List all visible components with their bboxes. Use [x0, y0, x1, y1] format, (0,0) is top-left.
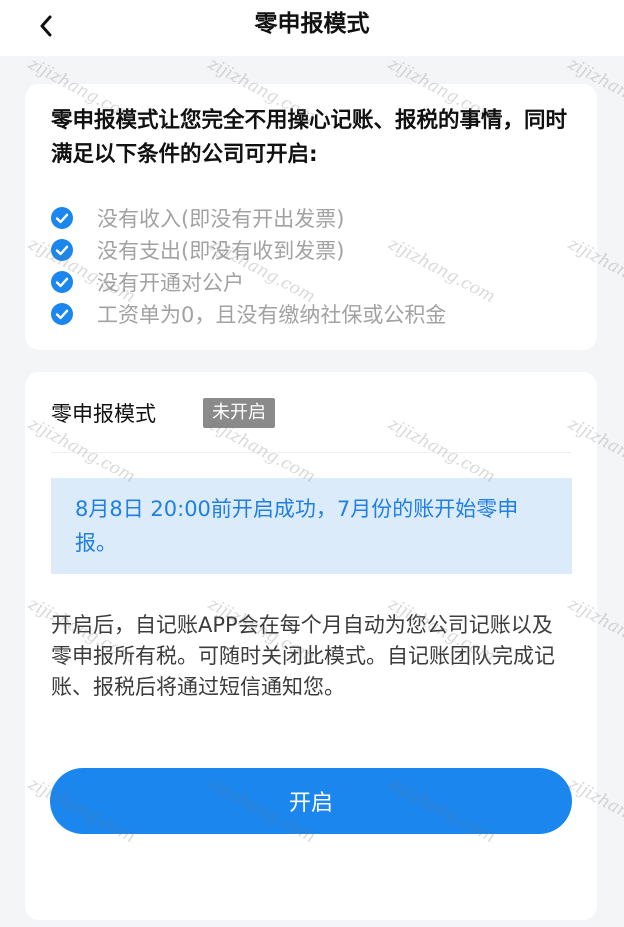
description-text: 开启后，自记账APP会在每个月自动为您公司记账以及零申报所有税。可随时关闭此模式…	[51, 613, 555, 699]
status-badge: 未开启	[203, 398, 275, 428]
check-circle-icon	[51, 271, 73, 293]
condition-text: 没有开通对公户	[97, 271, 244, 295]
intro-text: 零申报模式让您完全不用操心记账、报税的事情，同时满足以下条件的公司可开启:	[51, 108, 568, 167]
check-circle-icon	[51, 239, 73, 261]
check-circle-icon	[51, 303, 73, 325]
header: 零申报模式	[0, 0, 624, 56]
check-circle-icon	[51, 207, 73, 229]
condition-text: 工资单为0，且没有缴纳社保或公积金	[97, 303, 447, 327]
condition-item: 没有开通对公户	[51, 266, 571, 298]
notice-box: 8月8日 20:00前开启成功，7月份的账开始零申报。	[51, 478, 572, 574]
notice-text: 8月8日 20:00前开启成功，7月份的账开始零申报。	[75, 497, 519, 555]
condition-item: 工资单为0，且没有缴纳社保或公积金	[51, 298, 571, 330]
divider	[51, 452, 571, 453]
page-title: 零申报模式	[254, 11, 370, 37]
condition-text: 没有收入(即没有开出发票)	[97, 207, 345, 231]
intro-card: 零申报模式让您完全不用操心记账、报税的事情，同时满足以下条件的公司可开启: 没有…	[25, 84, 597, 350]
mode-card: 零申报模式 未开启 8月8日 20:00前开启成功，7月份的账开始零申报。 开启…	[25, 372, 597, 920]
condition-item: 没有收入(即没有开出发票)	[51, 202, 571, 234]
condition-list: 没有收入(即没有开出发票) 没有支出(即没有收到发票) 没有开通对公户 工资单为…	[51, 202, 571, 330]
mode-label: 零申报模式	[51, 402, 156, 426]
condition-text: 没有支出(即没有收到发票)	[97, 239, 345, 263]
condition-item: 没有支出(即没有收到发票)	[51, 234, 571, 266]
enable-button[interactable]: 开启	[50, 768, 572, 834]
app-root: 零申报模式 零申报模式让您完全不用操心记账、报税的事情，同时满足以下条件的公司可…	[0, 0, 624, 927]
